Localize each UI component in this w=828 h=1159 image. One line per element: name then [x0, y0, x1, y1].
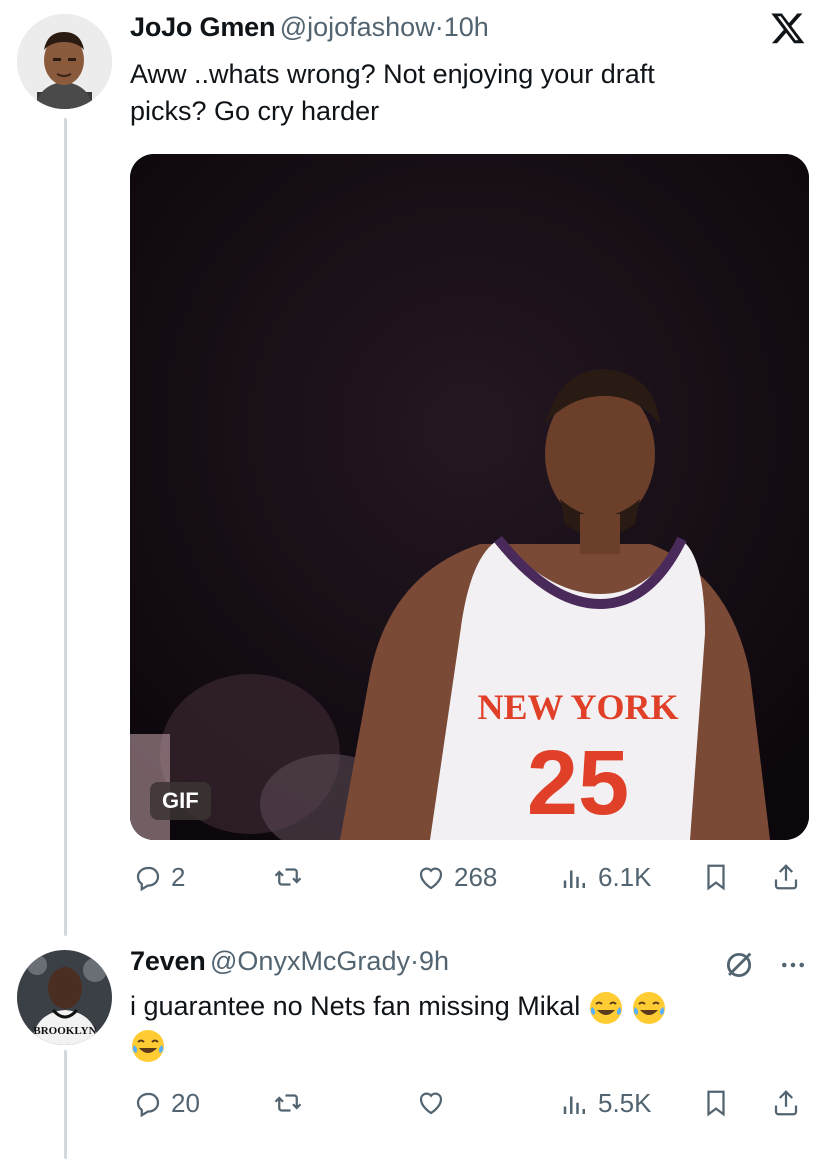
- tears-of-joy-emoji-icon: [132, 1029, 164, 1062]
- thread-line: [64, 118, 67, 936]
- views-icon: [563, 870, 585, 888]
- repost-icon: [274, 868, 302, 886]
- views-button[interactable]: 5.5K: [560, 1088, 652, 1119]
- handle[interactable]: @jojofashow: [280, 12, 435, 42]
- bookmark-icon: [707, 1090, 725, 1117]
- repost-button[interactable]: [273, 862, 303, 892]
- tweet-header: JoJo Gmen @jojofashow·10h: [130, 12, 489, 43]
- tweet-text: i guarantee no Nets fan missing Mikal: [130, 988, 810, 1064]
- gif-media[interactable]: NEW YORK 25 GIF: [130, 154, 809, 840]
- share-icon: [774, 864, 798, 890]
- more-options-icon[interactable]: [778, 950, 808, 980]
- reply-icon: [136, 1092, 160, 1117]
- bookmark-button[interactable]: [701, 862, 731, 892]
- grok-icon[interactable]: [722, 948, 756, 982]
- tweet-text-body: i guarantee no Nets fan missing Mikal: [130, 991, 581, 1021]
- view-count: 6.1K: [598, 862, 652, 892]
- view-count: 5.5K: [598, 1088, 652, 1118]
- reply-button[interactable]: 2: [133, 862, 185, 893]
- reply-icon: [136, 866, 160, 891]
- tweet-header: 7even @OnyxMcGrady·9h: [130, 946, 449, 977]
- reply-count: 2: [171, 862, 186, 892]
- like-button[interactable]: 268: [416, 862, 497, 893]
- tweet-text-line: Aww ..whats wrong? Not enjoying your dra…: [130, 59, 655, 89]
- views-icon: [563, 1096, 585, 1114]
- tweet-text-line: picks? Go cry harder: [130, 96, 380, 126]
- heart-icon: [419, 867, 443, 889]
- repost-button[interactable]: [273, 1088, 303, 1118]
- x-logo-icon[interactable]: [770, 10, 806, 46]
- repost-icon: [274, 1094, 302, 1112]
- reply-count: 20: [171, 1088, 200, 1118]
- avatar-jersey-text: BROOKLYN: [33, 1025, 96, 1037]
- tweet-text: Aww ..whats wrong? Not enjoying your dra…: [130, 56, 810, 130]
- separator: ·: [434, 12, 444, 42]
- display-name[interactable]: 7even: [130, 946, 206, 976]
- share-button[interactable]: [771, 862, 801, 892]
- avatar[interactable]: BROOKLYN: [17, 950, 112, 1045]
- views-button[interactable]: 6.1K: [560, 862, 652, 893]
- display-name[interactable]: JoJo Gmen: [130, 12, 275, 42]
- tears-of-joy-emoji-icon: [589, 991, 622, 1024]
- handle[interactable]: @OnyxMcGrady: [210, 946, 410, 976]
- jersey-text: NEW YORK: [477, 687, 678, 727]
- timestamp[interactable]: 10h: [444, 12, 489, 42]
- bookmark-button[interactable]: [701, 1088, 731, 1118]
- like-count: 268: [454, 862, 498, 892]
- avatar[interactable]: [17, 14, 112, 109]
- reply-button[interactable]: 20: [133, 1088, 200, 1119]
- like-button[interactable]: [416, 1088, 446, 1118]
- jersey-number: 25: [527, 732, 629, 834]
- tears-of-joy-emoji-icon: [633, 991, 666, 1024]
- bookmark-icon: [707, 864, 725, 891]
- separator: ·: [409, 946, 419, 976]
- gif-frame-image: NEW YORK 25: [130, 154, 809, 840]
- share-button[interactable]: [771, 1088, 801, 1118]
- gif-badge: GIF: [150, 782, 211, 820]
- timestamp[interactable]: 9h: [419, 946, 449, 976]
- heart-icon: [419, 1092, 443, 1115]
- share-icon: [774, 1090, 798, 1116]
- thread-line: [64, 1050, 67, 1159]
